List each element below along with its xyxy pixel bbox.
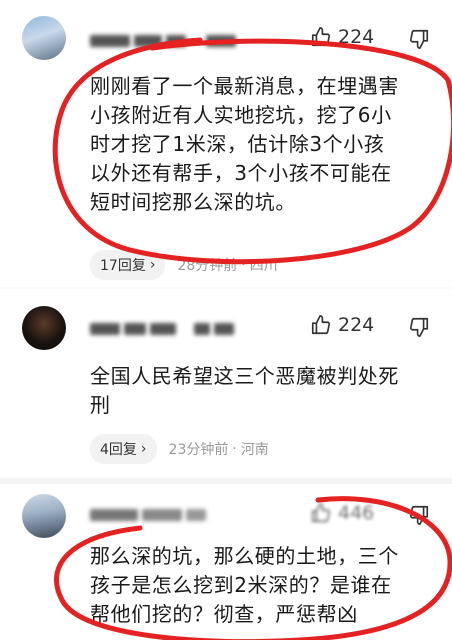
like-count: 224 [338,26,375,48]
avatar[interactable] [22,16,66,60]
comment-text: 全国人民希望这三个恶魔被判处死 刑 [90,364,399,417]
comment-3: 446 那么深的坑，那么硬的土地，三个 孩子是怎么挖到2米深的？是谁在 帮他们挖… [0,484,452,640]
thumbs-up-icon [310,502,332,524]
comment-2: 224 全国人民希望这三个恶魔被判处死 刑 4回复 › 23分钟前 · 河南 [0,290,452,480]
chevron-right-icon: › [140,441,147,457]
username-redacted[interactable] [90,322,234,336]
dislike-button[interactable] [408,504,430,526]
like-button[interactable]: 224 [310,314,374,336]
reply-button[interactable]: 17回复 › [90,250,166,280]
thumbs-up-icon [310,26,332,48]
timestamp: 23分钟前 [168,442,229,458]
dislike-button[interactable] [408,28,430,50]
avatar[interactable] [22,494,66,538]
like-button[interactable]: 224 [310,26,374,48]
comment-text: 刚刚看了一个最新消息，在埋遇害 小孩附近有人实地挖坑，挖了6小 时才挖了1米深，… [90,74,399,214]
timestamp: 28分钟前 [177,258,238,274]
thumbs-down-icon [408,28,430,50]
like-count: 224 [338,314,375,336]
comment-1: 224 刚刚看了一个最新消息，在埋遇害 小孩附近有人实地挖坑，挖了6小 时才挖了… [0,0,452,290]
thumbs-down-icon [408,316,430,338]
thumbs-up-icon [310,314,332,336]
like-button[interactable]: 446 [310,502,374,524]
username-redacted[interactable] [90,34,236,48]
comment-meta: 17回复 › 28分钟前 · 四川 [90,250,278,280]
location: 河南 [240,442,269,458]
like-count: 446 [338,502,375,524]
chevron-right-icon: › [149,257,156,273]
username-redacted[interactable] [90,508,206,522]
avatar[interactable] [22,306,66,350]
comment-meta: 4回复 › 23分钟前 · 河南 [90,434,269,464]
thumbs-down-icon [408,504,430,526]
dislike-button[interactable] [408,316,430,338]
comment-text: 那么深的坑，那么硬的土地，三个 孩子是怎么挖到2米深的？是谁在 帮他们挖的？彻查… [90,544,399,626]
location: 四川 [249,258,278,274]
divider [0,287,452,289]
reply-button[interactable]: 4回复 › [90,434,157,464]
